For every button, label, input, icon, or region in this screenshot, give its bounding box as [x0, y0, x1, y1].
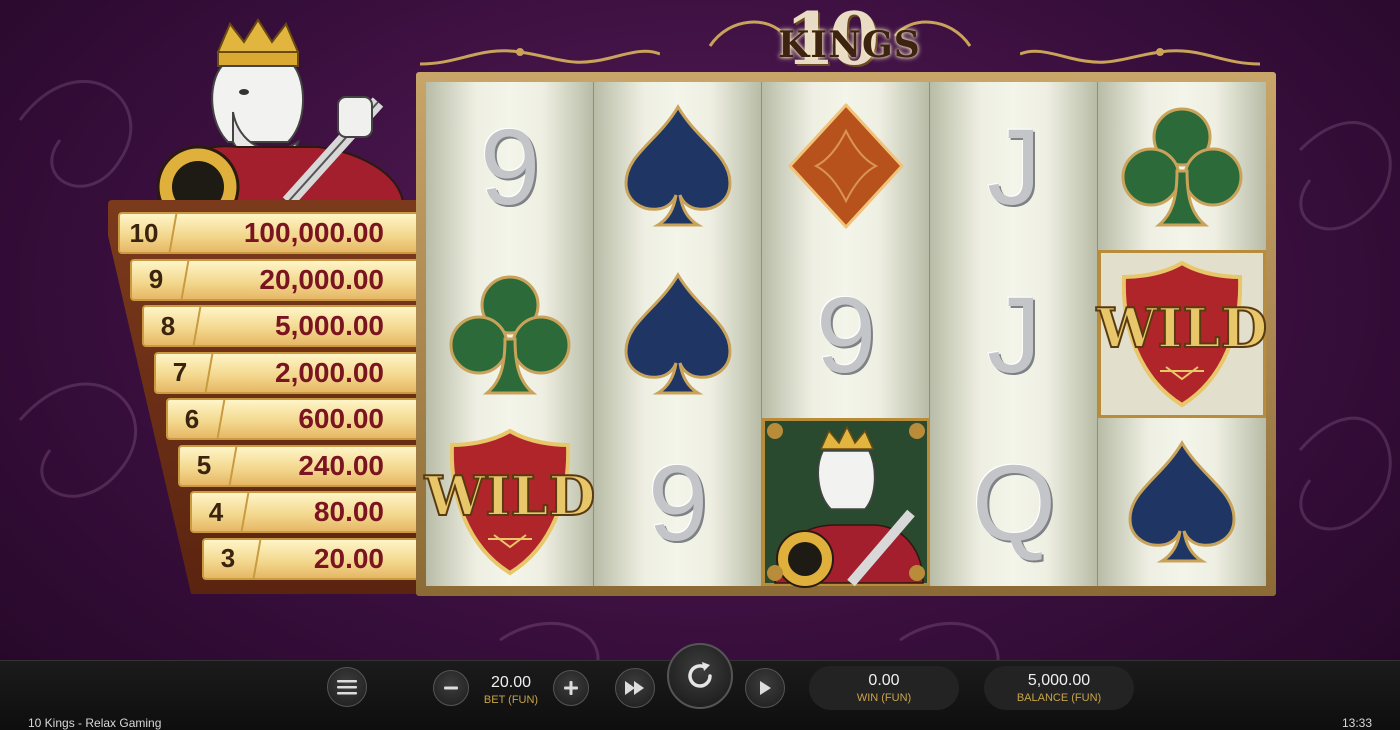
- spin-arrow-icon: [688, 662, 712, 688]
- balance-value: 5,000.00: [1027, 672, 1091, 689]
- game-logo: 10 KINGS: [420, 0, 1260, 81]
- autoplay-button[interactable]: [745, 668, 785, 708]
- paytable-row: 4 80.00: [190, 491, 420, 533]
- card-rank-symbol: J: [987, 273, 1041, 395]
- reel-grid: 9 WILD 9 9 J J Q WILD: [423, 82, 1268, 588]
- win-label: WIN (FUN): [856, 692, 912, 704]
- card-rank-symbol: Q: [971, 441, 1056, 563]
- reel-2: 9: [594, 82, 762, 586]
- bet-display: 20.00 BET (FUN): [478, 668, 544, 712]
- paytable-payout: 600.00: [298, 403, 384, 434]
- reel-5: WILD: [1095, 82, 1268, 586]
- reel-cell: WILD: [423, 418, 596, 586]
- paytable-row: 7 2,000.00: [154, 351, 420, 394]
- paytable-payout: 240.00: [298, 449, 384, 481]
- paytable-payout: 5,000.00: [275, 310, 384, 341]
- game-title: 10 Kings - Relax Gaming: [28, 716, 162, 730]
- paytable-count: 5: [196, 450, 212, 480]
- reel-cell: Q: [930, 418, 1098, 586]
- wild-label: WILD: [424, 464, 596, 528]
- turbo-button[interactable]: [615, 668, 655, 708]
- paytable-row: 10 100,000.00: [118, 212, 420, 254]
- reel-1: 9 WILD: [423, 82, 596, 586]
- king-portrait-icon: [156, 18, 405, 202]
- logo-scroll-right: [1020, 48, 1260, 66]
- decrease-bet-button[interactable]: [433, 670, 469, 706]
- win-display: 0.00 WIN (FUN): [809, 666, 959, 710]
- spade-icon: [1128, 440, 1236, 563]
- balance-label: BALANCE (FUN): [1016, 692, 1102, 704]
- paytable-count: 7: [172, 357, 188, 387]
- card-rank-symbol: J: [987, 105, 1041, 227]
- paytable-payout: 100,000.00: [243, 217, 384, 248]
- paytable-row: 3 20.00: [202, 537, 420, 580]
- card-rank-symbol: 9: [479, 105, 541, 227]
- reel-cell: WILD: [1095, 250, 1268, 418]
- club-icon: [1121, 107, 1243, 227]
- spade-icon: [624, 104, 732, 227]
- reel-cell: [1098, 82, 1266, 250]
- reel-cell: [426, 250, 594, 418]
- spade-icon: [624, 272, 732, 395]
- paytable-row: 5 240.00: [178, 444, 420, 487]
- logo-word: KINGS: [778, 24, 921, 66]
- paytable-count: 3: [220, 543, 236, 573]
- reel-cell: [762, 418, 930, 588]
- king-card-icon: [767, 423, 925, 588]
- reel-frame: 9 WILD 9 9 J J Q WILD: [416, 72, 1276, 596]
- spin-button[interactable]: [667, 643, 733, 709]
- reel-cell: 9: [762, 250, 930, 418]
- wild-shield-icon: WILD: [423, 428, 596, 576]
- reel-cell: [594, 82, 762, 250]
- logo-scroll-left: [420, 48, 660, 66]
- plus-icon: [564, 681, 578, 695]
- bet-label: BET (FUN): [483, 694, 539, 706]
- reel-cell: 9: [594, 418, 762, 586]
- reel-cell: [594, 250, 762, 418]
- clock: 13:33: [1341, 716, 1372, 730]
- reel-4: JJQ: [930, 82, 1098, 586]
- paytable-payout: 2,000.00: [275, 356, 384, 388]
- menu-button[interactable]: [327, 667, 367, 707]
- paytable-row: 8 5,000.00: [142, 305, 420, 347]
- bet-value: 20.00: [490, 674, 532, 691]
- minus-icon: [444, 686, 458, 690]
- increase-bet-button[interactable]: [553, 670, 589, 706]
- wild-label: WILD: [1096, 296, 1268, 360]
- reel-cell: [762, 82, 930, 250]
- win-value: 0.00: [868, 672, 900, 689]
- paytable-count: 9: [148, 264, 164, 294]
- reel-cell: J: [930, 250, 1098, 418]
- paytable-count: 8: [160, 310, 176, 341]
- card-rank-symbol: 9: [815, 273, 877, 395]
- balance-display: 5,000.00 BALANCE (FUN): [984, 666, 1134, 710]
- diamond-icon: [788, 103, 904, 229]
- card-rank-symbol: 9: [647, 441, 709, 563]
- paytable-row: 9 20,000.00: [130, 258, 420, 301]
- paytable-payout: 20.00: [313, 542, 384, 574]
- paytable-count: 6: [184, 403, 200, 434]
- paytable-count: 4: [208, 496, 224, 527]
- fast-forward-icon: [625, 681, 644, 695]
- paytable-payout: 80.00: [313, 496, 384, 527]
- paytable-row: 6 600.00: [166, 398, 420, 440]
- play-icon: [760, 681, 771, 695]
- paytable-payout: 20,000.00: [259, 263, 384, 295]
- paytable-count: 10: [129, 217, 159, 248]
- wild-shield-icon: WILD: [1095, 260, 1268, 408]
- reel-3: 9: [762, 82, 930, 588]
- club-icon: [449, 275, 571, 395]
- hamburger-icon: [337, 680, 357, 695]
- reel-cell: J: [930, 82, 1098, 250]
- reel-cell: [1098, 418, 1266, 586]
- reel-cell: 9: [426, 82, 594, 250]
